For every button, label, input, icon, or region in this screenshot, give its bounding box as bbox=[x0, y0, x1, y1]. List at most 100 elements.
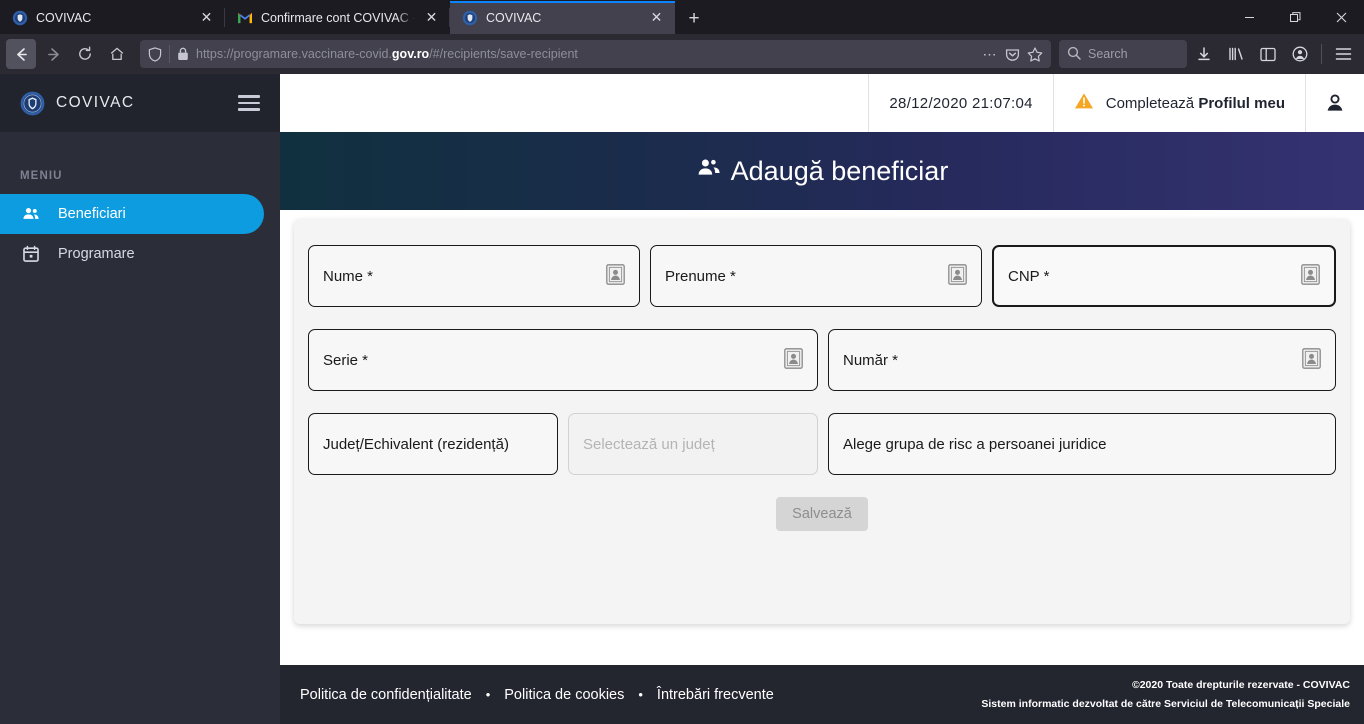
tab-title: COVIVAC bbox=[486, 10, 542, 25]
footer-link-privacy[interactable]: Politica de confidențialitate bbox=[300, 687, 472, 703]
datetime-text: 28/12/2020 21:07:04 bbox=[889, 94, 1033, 112]
toolbar-divider bbox=[1321, 44, 1322, 64]
browser-tab-3-active[interactable]: COVIVAC ✕ bbox=[450, 1, 675, 34]
reload-icon[interactable] bbox=[70, 39, 100, 69]
field-nume[interactable]: Nume * bbox=[308, 245, 640, 307]
field-grupa-risc[interactable]: Alege grupa de risc a persoanei juridice bbox=[828, 413, 1336, 475]
field-label: Județ/Echivalent (rezidență) bbox=[323, 435, 509, 453]
url-divider bbox=[169, 45, 170, 63]
field-label: Nume * bbox=[323, 267, 374, 285]
app-topbar: 28/12/2020 21:07:04 Completează Profilul… bbox=[280, 74, 1364, 132]
app-content: 28/12/2020 21:07:04 Completează Profilul… bbox=[280, 74, 1364, 724]
field-cnp[interactable]: CNP * bbox=[992, 245, 1336, 307]
page-title-banner: Adaugă beneficiar bbox=[280, 132, 1364, 210]
footer-developed-by: Sistem informatic dezvoltat de către Ser… bbox=[981, 698, 1350, 710]
tab-title: Confirmare cont COVIVAC - cla bbox=[261, 10, 415, 25]
sidebar-item-beneficiari[interactable]: Beneficiari bbox=[0, 194, 264, 234]
field-label: Număr * bbox=[843, 351, 899, 369]
footer-separator: • bbox=[485, 687, 491, 702]
sidebar-toggle-icon[interactable] bbox=[238, 95, 260, 111]
warning-triangle-icon bbox=[1074, 92, 1094, 114]
complete-profile-text: Completează Profilul meu bbox=[1105, 94, 1285, 112]
form-row-1: Nume * Prenume * CNP * bbox=[308, 245, 1336, 307]
restore-button[interactable] bbox=[1272, 0, 1318, 34]
bookmark-star-icon[interactable] bbox=[1027, 46, 1043, 62]
browser-window: COVIVAC ✕ Confirmare cont COVIVAC - cla … bbox=[0, 0, 1364, 724]
gmail-icon bbox=[238, 12, 252, 23]
home-icon[interactable] bbox=[102, 39, 132, 69]
page-footer: Politica de confidențialitate • Politica… bbox=[280, 665, 1364, 724]
footer-credits: ©2020 Toate drepturile rezervate - COVIV… bbox=[981, 679, 1350, 710]
app-menu-icon[interactable] bbox=[1328, 39, 1358, 69]
page-body: Nume * Prenume * CNP * Serie * Număr * J… bbox=[280, 210, 1364, 665]
id-photo-icon bbox=[1302, 347, 1321, 373]
sidebar-section-label: MENIU bbox=[20, 170, 63, 182]
pocket-icon[interactable] bbox=[1005, 47, 1020, 62]
app-sidebar: COVIVAC MENIU Beneficiari Programare bbox=[0, 74, 280, 724]
page-actions-icon[interactable]: ⋯ bbox=[983, 47, 999, 61]
tab-close-icon[interactable]: ✕ bbox=[198, 9, 215, 26]
lock-icon[interactable] bbox=[177, 47, 189, 61]
form-row-2: Serie * Număr * bbox=[308, 329, 1336, 391]
back-arrow-icon[interactable] bbox=[6, 39, 36, 69]
url-bar[interactable]: https://programare.vaccinare-covid.gov.r… bbox=[140, 40, 1051, 68]
id-photo-icon bbox=[784, 347, 803, 373]
minimize-button[interactable] bbox=[1226, 0, 1272, 34]
complete-profile-link[interactable]: Completează Profilul meu bbox=[1054, 74, 1305, 132]
tracking-shield-icon[interactable] bbox=[148, 46, 162, 62]
footer-link-cookies[interactable]: Politica de cookies bbox=[504, 687, 624, 703]
brand-logo[interactable]: COVIVAC bbox=[20, 91, 134, 116]
field-judet-select[interactable]: Selectează un județ bbox=[568, 413, 818, 475]
url-text[interactable]: https://programare.vaccinare-covid.gov.r… bbox=[196, 47, 976, 61]
user-menu-button[interactable] bbox=[1306, 74, 1364, 132]
sidebar-item-label: Programare bbox=[58, 246, 135, 262]
field-serie[interactable]: Serie * bbox=[308, 329, 818, 391]
footer-separator: • bbox=[638, 687, 643, 702]
library-icon[interactable] bbox=[1221, 39, 1251, 69]
field-numar[interactable]: Număr * bbox=[828, 329, 1336, 391]
page-title: Adaugă beneficiar bbox=[696, 155, 949, 187]
page-title-text: Adaugă beneficiar bbox=[730, 155, 949, 186]
field-label: Serie * bbox=[323, 351, 369, 369]
save-button[interactable]: Salvează bbox=[776, 497, 868, 531]
add-person-icon bbox=[696, 156, 722, 187]
field-label: Prenume * bbox=[665, 267, 736, 285]
form-actions: Salvează bbox=[308, 497, 1336, 531]
new-tab-button[interactable]: + bbox=[679, 4, 709, 34]
brand-name: COVIVAC bbox=[56, 94, 135, 111]
id-photo-icon bbox=[948, 263, 967, 289]
browser-tab-1[interactable]: COVIVAC ✕ bbox=[0, 1, 225, 34]
search-input[interactable]: Search bbox=[1059, 40, 1187, 68]
footer-links: Politica de confidențialitate • Politica… bbox=[300, 687, 774, 703]
field-placeholder: Selectează un județ bbox=[583, 435, 715, 453]
tab-close-icon[interactable]: ✕ bbox=[648, 9, 665, 26]
downloads-icon[interactable] bbox=[1189, 39, 1219, 69]
field-prenume[interactable]: Prenume * bbox=[650, 245, 982, 307]
sidebar-icon[interactable] bbox=[1253, 39, 1283, 69]
application-viewport: COVIVAC MENIU Beneficiari Programare 28/… bbox=[0, 74, 1364, 724]
sidebar-header: COVIVAC bbox=[0, 74, 280, 132]
form-card: Nume * Prenume * CNP * Serie * Număr * J… bbox=[294, 219, 1350, 624]
tab-strip: COVIVAC ✕ Confirmare cont COVIVAC - cla … bbox=[0, 0, 1364, 34]
topbar-datetime: 28/12/2020 21:07:04 bbox=[869, 74, 1052, 132]
browser-tab-2[interactable]: Confirmare cont COVIVAC - cla ✕ bbox=[225, 1, 450, 34]
id-photo-icon bbox=[1301, 263, 1320, 289]
covivac-icon bbox=[12, 10, 28, 25]
window-controls bbox=[1226, 0, 1364, 34]
footer-link-faq[interactable]: Întrebări frecvente bbox=[657, 687, 774, 703]
search-placeholder: Search bbox=[1088, 47, 1128, 61]
sidebar-item-programare[interactable]: Programare bbox=[0, 234, 264, 274]
people-icon bbox=[23, 207, 39, 219]
search-icon bbox=[1067, 46, 1081, 63]
footer-copyright: ©2020 Toate drepturile rezervate - COVIV… bbox=[1131, 679, 1350, 691]
field-label: CNP * bbox=[1008, 267, 1050, 285]
user-icon bbox=[1327, 94, 1343, 111]
account-icon[interactable] bbox=[1285, 39, 1315, 69]
forward-arrow-icon[interactable] bbox=[38, 39, 68, 69]
tab-close-icon[interactable]: ✕ bbox=[423, 9, 440, 26]
close-button[interactable] bbox=[1318, 0, 1364, 34]
form-row-3: Județ/Echivalent (rezidență) Selectează … bbox=[308, 413, 1336, 475]
field-judet-label[interactable]: Județ/Echivalent (rezidență) bbox=[308, 413, 558, 475]
sidebar-item-label: Beneficiari bbox=[58, 206, 126, 222]
browser-navigation-bar: https://programare.vaccinare-covid.gov.r… bbox=[0, 34, 1364, 74]
